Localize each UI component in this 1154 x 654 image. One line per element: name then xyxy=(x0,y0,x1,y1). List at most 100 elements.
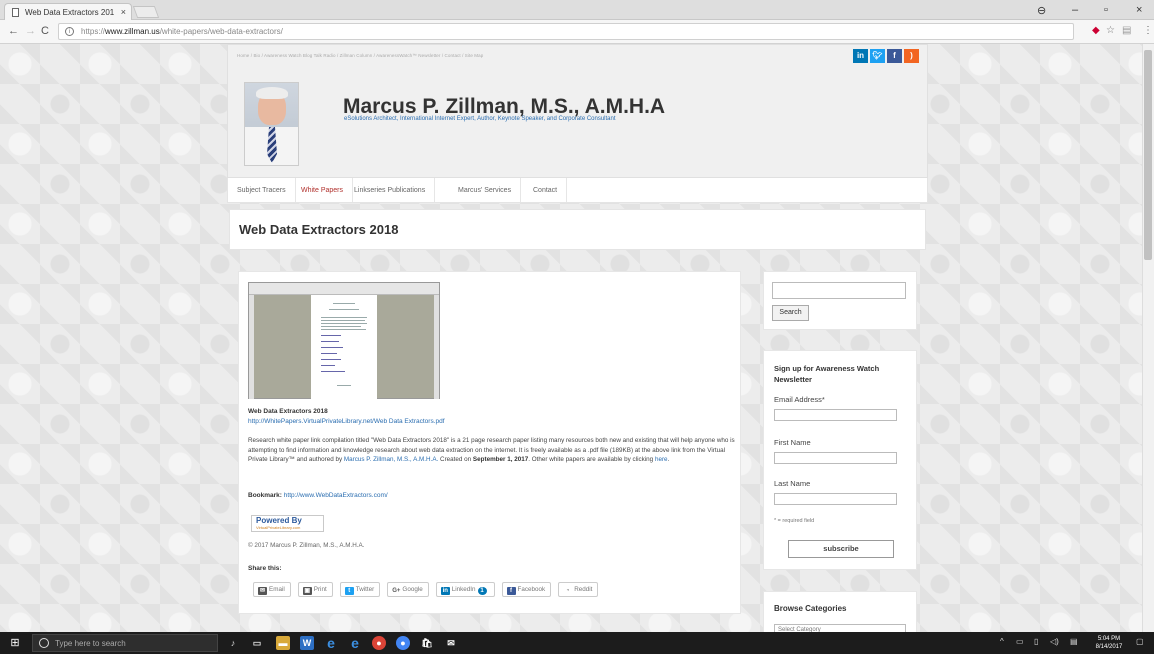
store-icon[interactable]: 🛍︎ xyxy=(420,636,434,650)
nav-contact[interactable]: Contact xyxy=(524,178,568,202)
share-print-button[interactable]: ▣ Print xyxy=(297,582,333,597)
share-buttons: ✉ Email ▣ Print t Twitter G+ Google in Linked… xyxy=(253,582,599,598)
nav-marcus-services[interactable]: Marcus' Services xyxy=(449,178,522,202)
task-view-icon[interactable]: ▭ xyxy=(250,636,264,650)
page-icon xyxy=(12,8,19,17)
menu-icon[interactable]: ⋮ xyxy=(1143,25,1153,36)
url-field[interactable]: i https://www.zillman.us/white-papers/we… xyxy=(58,23,1074,40)
close-tab-icon[interactable]: × xyxy=(121,7,126,17)
bookmark-link[interactable]: http://www.WebDataExtractors.com/ xyxy=(284,492,388,499)
close-window-icon[interactable]: × xyxy=(1136,4,1142,16)
notifications-icon[interactable]: ▢ xyxy=(1136,637,1144,646)
author-link[interactable]: Marcus P. Zillman, M.S., A.M.H.A. xyxy=(344,456,438,463)
address-bar: ← → C i https://www.zillman.us/white-pap… xyxy=(0,20,1154,44)
network-icon[interactable]: ▭ xyxy=(1016,637,1024,646)
print-icon: ▣ xyxy=(302,587,312,595)
tray-chevron-icon[interactable]: ^ xyxy=(1000,637,1004,646)
scrollbar-thumb[interactable] xyxy=(1144,50,1152,260)
categories-widget: Browse Categories Select Category xyxy=(763,591,917,632)
subscribe-button[interactable]: subscribe xyxy=(788,540,894,558)
page-viewport: Home / Bio / Awareness Watch Blog Talk R… xyxy=(0,44,1154,632)
linkedin-count-icon: 1 xyxy=(477,587,487,595)
browser-tab-bar: Web Data Extractors 201 × ⊖ – ▫ × xyxy=(0,0,1154,20)
back-icon[interactable]: ← xyxy=(8,25,19,37)
facebook-icon[interactable]: f xyxy=(887,49,902,63)
share-reddit-button[interactable]: ◔ Reddit xyxy=(558,582,599,597)
file-explorer-icon[interactable]: ▬ xyxy=(276,636,290,650)
site-tagline: eSolutions Architect, International Inte… xyxy=(344,116,616,122)
battery-icon[interactable]: ▯ xyxy=(1034,637,1038,646)
microphone-icon[interactable]: ♪ xyxy=(226,636,240,650)
keyboard-icon[interactable]: ▤ xyxy=(1070,637,1078,646)
main-nav: Subject Tracers White Papers Linkseries … xyxy=(227,178,928,203)
site-container: Home / Bio / Awareness Watch Blog Talk R… xyxy=(227,44,928,632)
chrome-icon[interactable]: ● xyxy=(372,636,386,650)
rss-icon[interactable]: ) xyxy=(904,49,919,63)
minimize-icon[interactable]: – xyxy=(1072,4,1078,16)
windows-start-icon[interactable]: ⊞ xyxy=(0,632,30,654)
extension-icon-2[interactable]: ▤ xyxy=(1122,25,1131,36)
new-tab-button[interactable] xyxy=(132,6,160,18)
last-name-field[interactable] xyxy=(774,493,897,505)
maximize-icon[interactable]: ▫ xyxy=(1104,4,1108,16)
share-email-button[interactable]: ✉ Email xyxy=(253,582,291,597)
linkedin-icon: in xyxy=(440,587,450,595)
internet-explorer-icon[interactable]: e xyxy=(348,636,362,650)
nav-subject-tracers[interactable]: Subject Tracers xyxy=(228,178,296,202)
share-linkedin-button[interactable]: in LinkedIn 1 xyxy=(435,582,495,597)
chrome-icon-2[interactable]: ● xyxy=(396,636,410,650)
google-plus-icon: G+ xyxy=(392,587,401,595)
page-title: Web Data Extractors 2018 xyxy=(239,222,399,237)
top-nav[interactable]: Home / Bio / Awareness Watch Blog Talk R… xyxy=(237,53,483,58)
first-name-field[interactable] xyxy=(774,452,897,464)
copyright: © 2017 Marcus P. Zillman, M.S., A.M.H.A. xyxy=(248,542,365,549)
extension-icon[interactable]: ◆ xyxy=(1092,25,1100,36)
document-link[interactable]: http://WhitePapers.VirtualPrivateLibrary… xyxy=(248,418,445,425)
share-twitter-button[interactable]: t Twitter xyxy=(339,582,381,597)
first-name-label: First Name xyxy=(774,438,811,447)
search-widget: Search xyxy=(763,271,917,330)
email-icon: ✉ xyxy=(258,587,267,595)
linkedin-icon[interactable]: in xyxy=(853,49,868,63)
nav-linkseries-publications[interactable]: Linkseries Publications xyxy=(345,178,436,202)
pdf-preview-image[interactable] xyxy=(248,282,440,399)
document-title: Web Data Extractors 2018 xyxy=(248,408,328,415)
here-link[interactable]: here xyxy=(655,456,668,463)
email-field[interactable] xyxy=(774,409,897,421)
edge-icon[interactable]: e xyxy=(324,636,338,650)
share-facebook-button[interactable]: f Facebook xyxy=(501,582,552,597)
site-info-icon[interactable]: i xyxy=(65,27,74,36)
clock-date: 8/14/2017 xyxy=(1095,644,1123,650)
url-protocol: https:// xyxy=(81,27,106,36)
required-note: * = required field xyxy=(774,518,815,524)
word-icon[interactable]: W xyxy=(300,636,314,650)
bookmark-line: Bookmark: http://www.WebDataExtractors.c… xyxy=(248,492,388,499)
volume-icon[interactable]: ◁) xyxy=(1050,637,1059,646)
powered-by-badge[interactable]: Powered By VirtualPrivateLibrary.com xyxy=(251,515,324,532)
clock[interactable]: 5:04 PM 8/14/2017 xyxy=(1092,635,1126,651)
twitter-icon[interactable]: 🐦︎ xyxy=(870,49,885,63)
mail-icon[interactable]: ✉ xyxy=(444,636,458,650)
categories-heading: Browse Categories xyxy=(774,604,847,613)
newsletter-heading: Sign up for Awareness Watch Newsletter xyxy=(774,364,880,384)
search-button[interactable]: Search xyxy=(772,305,809,321)
browser-tab[interactable]: Web Data Extractors 201 × xyxy=(4,3,132,20)
tab-title: Web Data Extractors 201 xyxy=(25,8,115,17)
document-description: Research white paper link compilation ti… xyxy=(248,437,735,464)
facebook-icon: f xyxy=(506,587,516,595)
taskbar-search[interactable]: Type here to search xyxy=(32,634,218,652)
scrollbar[interactable] xyxy=(1142,44,1154,632)
forward-icon[interactable]: → xyxy=(25,25,36,37)
main-content: Web Data Extractors 2018 http://WhitePap… xyxy=(238,271,741,614)
bookmark-star-icon[interactable]: ☆ xyxy=(1106,25,1115,36)
nav-white-papers[interactable]: White Papers xyxy=(292,178,354,202)
reddit-icon: ◔ xyxy=(563,587,573,595)
profile-icon[interactable]: ⊖ xyxy=(1037,4,1046,17)
url-host: www.zillman.us xyxy=(105,27,160,36)
reload-icon[interactable]: C xyxy=(41,25,49,37)
search-input[interactable] xyxy=(772,282,906,299)
twitter-icon: t xyxy=(344,587,354,595)
share-google-button[interactable]: G+ Google xyxy=(387,582,429,597)
category-select[interactable]: Select Category xyxy=(774,624,906,632)
taskbar: ⊞ Type here to search ♪ ▭ ▬ W e e ● ● 🛍︎… xyxy=(0,632,1154,654)
